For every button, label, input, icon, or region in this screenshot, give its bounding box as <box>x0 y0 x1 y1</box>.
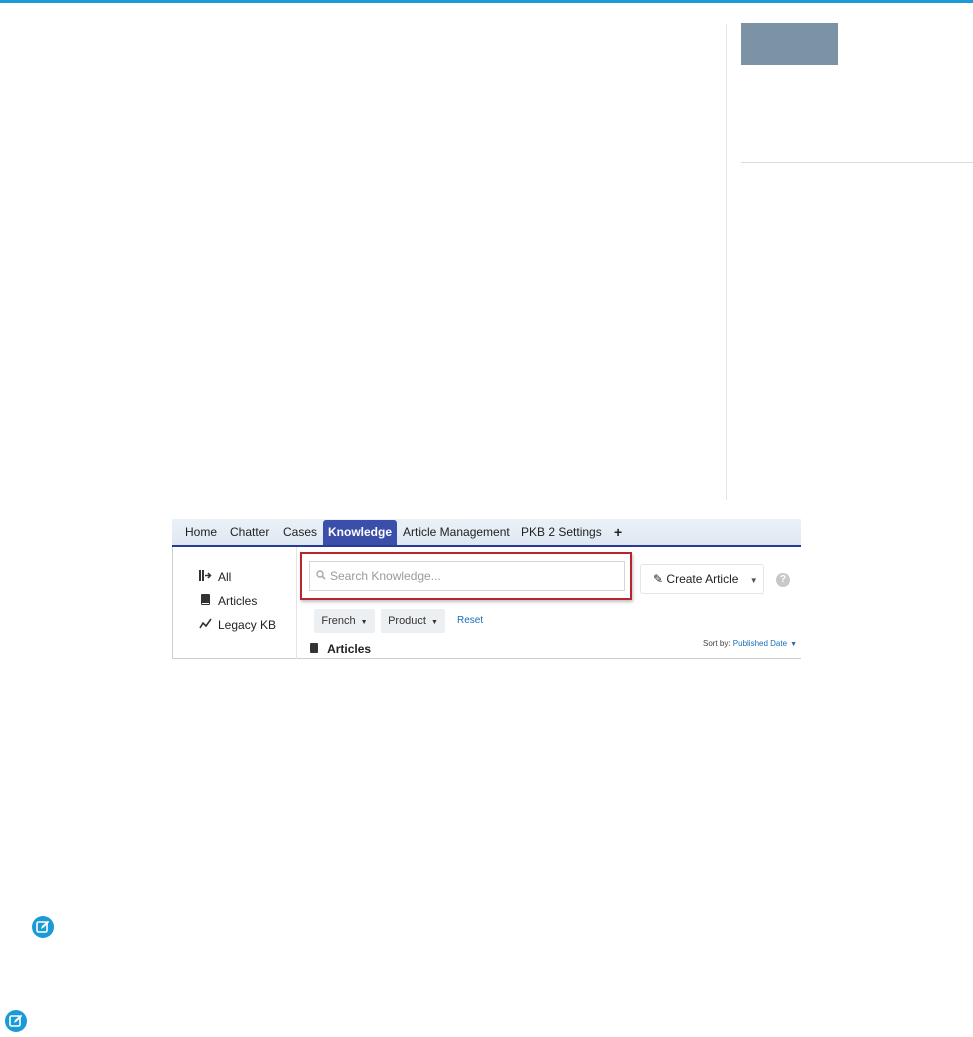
note-icon <box>32 916 54 938</box>
book-icon <box>198 593 212 611</box>
sort-control[interactable]: Sort by: Published Date ▼ <box>703 638 797 651</box>
app-tab-bar: Home Chatter Cases Knowledge Article Man… <box>172 519 801 547</box>
filter-label: Product <box>388 615 426 627</box>
product-filter-dropdown[interactable]: Product ▼ <box>381 609 445 633</box>
reset-link[interactable]: Reset <box>457 609 483 633</box>
note-icon <box>5 1010 27 1032</box>
chevron-down-icon: ▼ <box>790 641 797 648</box>
sort-value: Published Date <box>732 639 788 648</box>
search-input[interactable] <box>330 569 600 583</box>
sidebar-item-legacy-kb[interactable]: Legacy KB <box>198 616 276 634</box>
tab-pkb-2-settings[interactable]: PKB 2 Settings <box>521 519 602 545</box>
sidebar-item-articles[interactable]: Articles <box>198 592 257 610</box>
search-icon <box>316 563 330 591</box>
search-highlight-callout <box>300 552 632 600</box>
help-button[interactable]: ? <box>776 573 790 587</box>
knowledge-screenshot: Home Chatter Cases Knowledge Article Man… <box>172 519 801 659</box>
trend-icon <box>198 617 212 635</box>
filter-label: French <box>321 615 356 627</box>
all-articles-icon <box>198 569 212 587</box>
pencil-icon: ✎ <box>653 572 664 586</box>
top-accent-rule <box>0 0 973 3</box>
tab-article-management[interactable]: Article Management <box>403 519 510 545</box>
sidebar-separator <box>296 547 297 659</box>
screenshot-bottom-border <box>172 658 801 659</box>
chevron-down-icon: ▼ <box>360 619 368 626</box>
create-article-button[interactable]: ✎ Create Article ▼ <box>640 564 764 594</box>
add-tab-button[interactable]: + <box>614 519 622 545</box>
book-icon <box>310 643 321 656</box>
tab-chatter[interactable]: Chatter <box>230 519 269 545</box>
chevron-down-icon: ▼ <box>430 619 438 626</box>
sidebar-item-all[interactable]: All <box>198 568 231 586</box>
tab-cases[interactable]: Cases <box>283 519 317 545</box>
sidebar-divider <box>741 162 973 163</box>
tab-home[interactable]: Home <box>185 519 217 545</box>
chevron-down-icon: ▼ <box>749 576 758 585</box>
column-divider <box>726 24 727 500</box>
articles-title: Articles <box>327 642 372 656</box>
articles-section-header: Articles <box>310 641 371 658</box>
sidebar-image-block <box>741 23 838 65</box>
screenshot-left-border <box>172 547 173 659</box>
sidebar-item-label: All <box>218 570 232 584</box>
language-filter-dropdown[interactable]: French ▼ <box>314 609 375 633</box>
sidebar-item-label: Legacy KB <box>218 618 277 632</box>
create-article-label: Create Article <box>666 572 739 586</box>
search-box[interactable] <box>309 561 625 591</box>
tab-knowledge[interactable]: Knowledge <box>323 520 398 545</box>
sidebar-item-label: Articles <box>218 594 258 608</box>
sort-label: Sort by: <box>702 639 731 648</box>
